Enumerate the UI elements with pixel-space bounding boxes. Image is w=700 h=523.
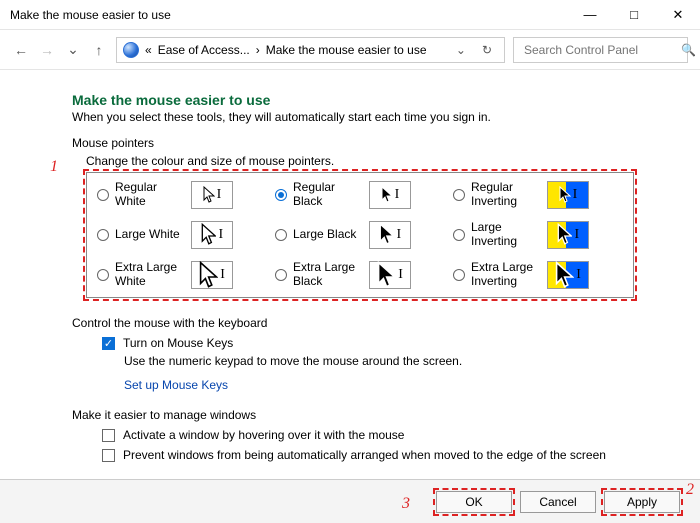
cancel-label: Cancel — [539, 495, 576, 509]
prevent-row[interactable]: Prevent windows from being automatically… — [102, 448, 640, 462]
refresh-icon[interactable]: ↻ — [476, 43, 498, 57]
up-button[interactable]: ↑ — [90, 42, 108, 58]
minimize-button[interactable]: — — [568, 0, 612, 29]
mousekeys-label: Turn on Mouse Keys — [123, 336, 233, 350]
hover-label: Activate a window by hovering over it wi… — [123, 428, 404, 442]
pointer-option-4[interactable]: Large Black I — [275, 221, 445, 249]
pointer-preview-6: I — [191, 261, 233, 289]
hover-row[interactable]: Activate a window by hovering over it wi… — [102, 428, 640, 442]
pointer-option-2[interactable]: Regular Inverting I — [453, 181, 623, 209]
page-title: Make the mouse easier to use — [72, 92, 640, 108]
apply-label: Apply — [627, 495, 657, 509]
pointer-preview-5: I — [547, 221, 589, 249]
pointer-label-4: Large Black — [293, 228, 363, 242]
recent-dropdown[interactable]: ⌄ — [64, 41, 82, 58]
page-subtitle: When you select these tools, they will a… — [72, 110, 640, 124]
pointer-option-7[interactable]: Extra Large Black I — [275, 261, 445, 289]
pointer-radio-5[interactable] — [453, 229, 465, 241]
window-controls: — □ ✕ — [568, 0, 700, 29]
pointer-preview-1: I — [369, 181, 411, 209]
pointer-radio-2[interactable] — [453, 189, 465, 201]
search-icon[interactable]: 🔍 — [681, 43, 696, 57]
pointer-preview-2: I — [547, 181, 589, 209]
maximize-button[interactable]: □ — [612, 0, 656, 29]
search-box[interactable]: 🔍 — [513, 37, 688, 63]
ok-button[interactable]: OK — [436, 491, 512, 513]
pointer-option-3[interactable]: Large White I — [97, 221, 267, 249]
pointer-label-3: Large White — [115, 228, 185, 242]
pointer-label-2: Regular Inverting — [471, 181, 541, 209]
pointer-preview-4: I — [369, 221, 411, 249]
control-panel-icon — [123, 42, 139, 58]
pointer-label-8: Extra Large Inverting — [471, 261, 541, 289]
pointer-radio-0[interactable] — [97, 189, 109, 201]
pointer-label-5: Large Inverting — [471, 221, 541, 249]
pointer-preview-3: I — [191, 221, 233, 249]
mousekeys-link[interactable]: Set up Mouse Keys — [124, 378, 640, 392]
window-title: Make the mouse easier to use — [10, 8, 568, 22]
pointer-radio-3[interactable] — [97, 229, 109, 241]
annotation-3: 3 — [402, 495, 410, 513]
mousekeys-desc: Use the numeric keypad to move the mouse… — [124, 354, 640, 368]
pointer-radio-7[interactable] — [275, 269, 287, 281]
pointer-radio-4[interactable] — [275, 229, 287, 241]
content-area: Make the mouse easier to use When you se… — [0, 70, 700, 480]
pointer-label-1: Regular Black — [293, 181, 363, 209]
pointer-label-6: Extra Large White — [115, 261, 185, 289]
pointer-radio-6[interactable] — [97, 269, 109, 281]
breadcrumb-2[interactable]: Make the mouse easier to use — [266, 43, 446, 57]
cancel-button[interactable]: Cancel — [520, 491, 596, 513]
breadcrumb-1[interactable]: Ease of Access... — [158, 43, 250, 57]
keyboard-section-label: Control the mouse with the keyboard — [72, 316, 640, 330]
pointer-option-0[interactable]: Regular White I — [97, 181, 267, 209]
pointer-option-8[interactable]: Extra Large Inverting I — [453, 261, 623, 289]
prevent-checkbox[interactable] — [102, 449, 115, 462]
pointers-section-label: Mouse pointers — [72, 136, 640, 150]
pointer-option-6[interactable]: Extra Large White I — [97, 261, 267, 289]
hover-checkbox[interactable] — [102, 429, 115, 442]
pointer-preview-0: I — [191, 181, 233, 209]
address-bar[interactable]: « Ease of Access... › Make the mouse eas… — [116, 37, 505, 63]
annotation-2: 2 — [686, 481, 694, 499]
pointers-subtitle: Change the colour and size of mouse poin… — [86, 154, 640, 168]
forward-button[interactable]: → — [38, 42, 56, 58]
address-prefix: « — [145, 43, 152, 57]
search-input[interactable] — [522, 42, 681, 58]
windows-section-label: Make it easier to manage windows — [72, 408, 640, 422]
mousekeys-checkbox[interactable]: ✓ — [102, 337, 115, 350]
pointer-radio-1[interactable] — [275, 189, 287, 201]
ok-label: OK — [465, 495, 482, 509]
back-button[interactable]: ← — [12, 42, 30, 58]
title-bar: Make the mouse easier to use — □ ✕ — [0, 0, 700, 30]
pointer-option-1[interactable]: Regular Black I — [275, 181, 445, 209]
pointer-preview-8: I — [547, 261, 589, 289]
footer: 3 OK Cancel Apply 2 — [0, 479, 700, 523]
toolbar: ← → ⌄ ↑ « Ease of Access... › Make the m… — [0, 30, 700, 70]
pointer-label-0: Regular White — [115, 181, 185, 209]
pointer-label-7: Extra Large Black — [293, 261, 363, 289]
prevent-label: Prevent windows from being automatically… — [123, 448, 606, 462]
annotation-1: 1 — [50, 158, 58, 176]
breadcrumb-sep: › — [256, 43, 260, 57]
pointer-options-group: Regular White I Regular Black I Regular … — [86, 172, 634, 298]
pointer-option-5[interactable]: Large Inverting I — [453, 221, 623, 249]
pointer-radio-8[interactable] — [453, 269, 465, 281]
pointer-preview-7: I — [369, 261, 411, 289]
close-button[interactable]: ✕ — [656, 0, 700, 29]
address-dropdown-icon[interactable]: ⌄ — [452, 43, 470, 57]
apply-button[interactable]: Apply — [604, 491, 680, 513]
mousekeys-row[interactable]: ✓ Turn on Mouse Keys — [102, 336, 640, 350]
